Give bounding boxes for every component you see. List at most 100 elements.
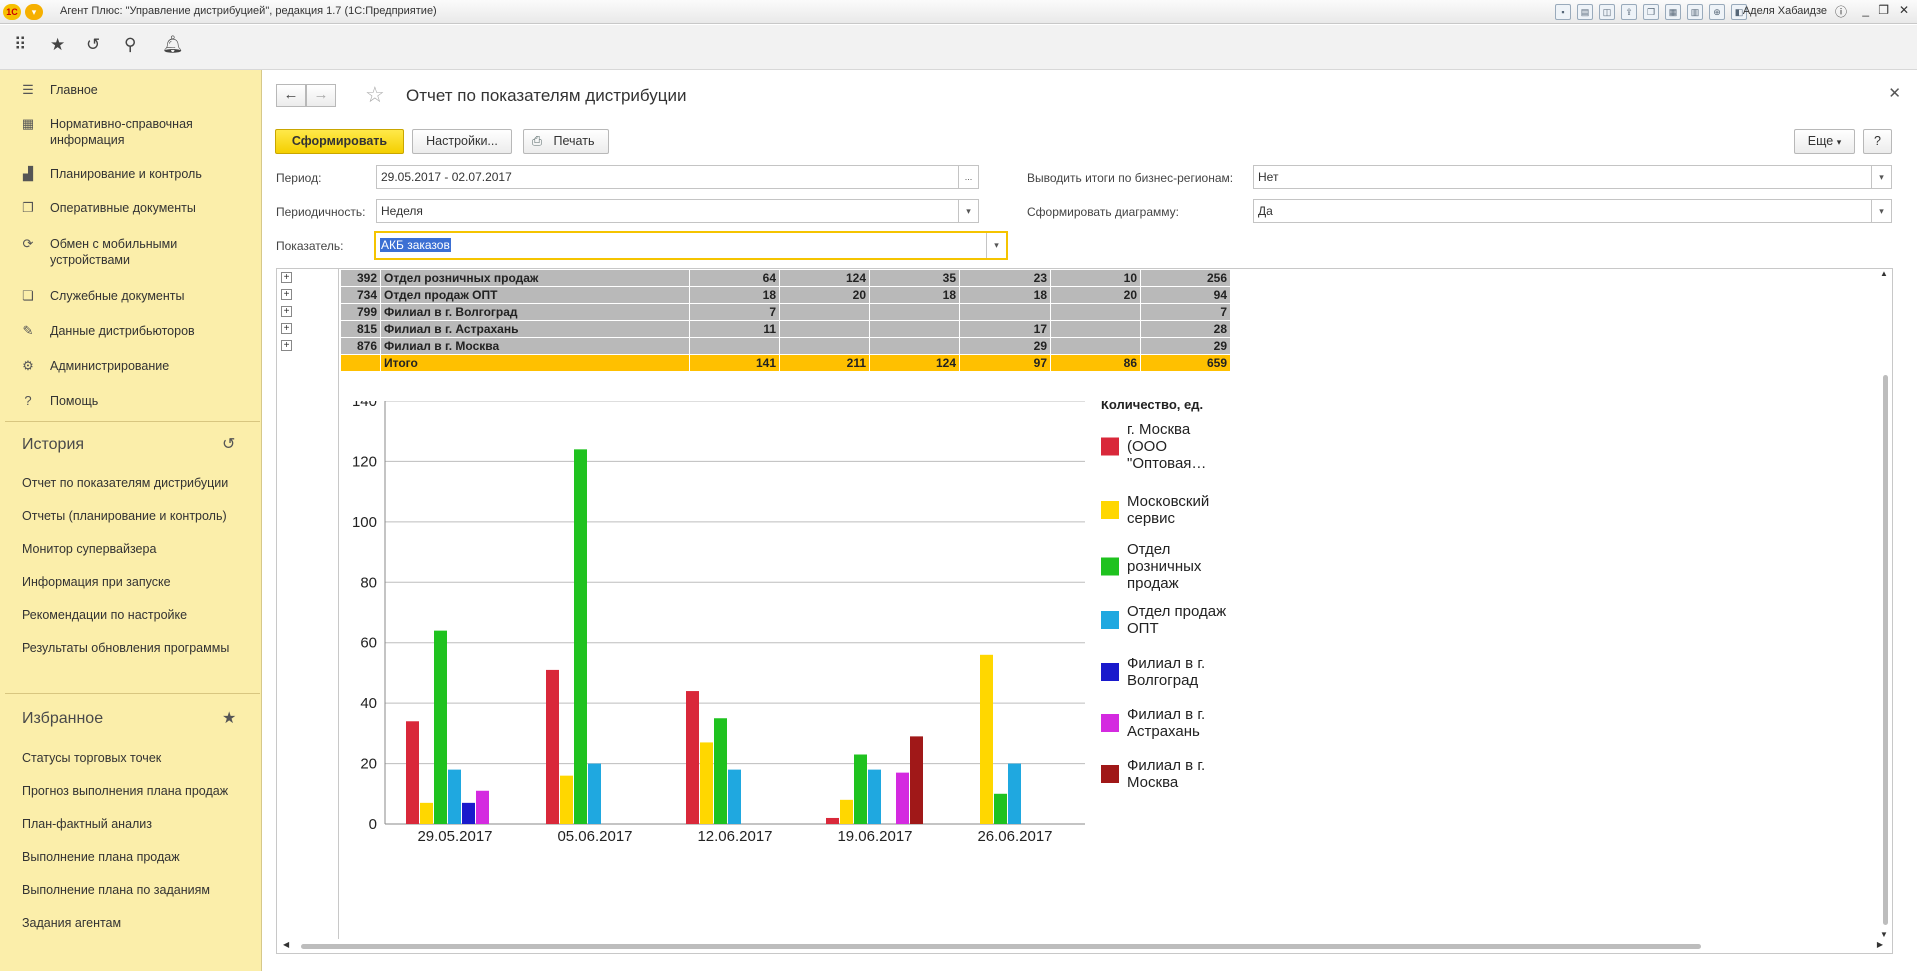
table-row[interactable]: 815 Филиал в г. Астрахань 11 17 28	[340, 320, 1231, 338]
scroll-left-icon[interactable]: ◀	[283, 940, 289, 949]
sidebar-item-mobile-exchange[interactable]: ⟳ Обмен с мобильными устройствами	[20, 236, 255, 268]
sidebar-item-operations[interactable]: ❐ Оперативные документы	[20, 200, 255, 216]
table-row[interactable]: 876 Филиал в г. Москва 29 29	[340, 337, 1231, 355]
preview-icon[interactable]: ◫	[1599, 4, 1615, 20]
apps-grid-icon[interactable]: ⠿	[14, 35, 26, 55]
forward-arrow-icon[interactable]: →	[306, 84, 336, 107]
report-form: ← → ☆ Отчет по показателям дистрибуции ✕…	[263, 70, 1917, 971]
sidebar-item-planning[interactable]: ▟ Планирование и контроль	[20, 166, 255, 182]
history-item[interactable]: Информация при запуске	[22, 575, 171, 589]
horizontal-scroll-thumb[interactable]	[301, 944, 1701, 949]
generate-button[interactable]: Сформировать	[275, 129, 404, 154]
table-row[interactable]: 799 Филиал в г. Волгоград 7 7	[340, 303, 1231, 321]
favorite-item[interactable]: План-фактный анализ	[22, 817, 152, 831]
report-document[interactable]: + + + + + 392 Отдел розничных продаж 64 124…	[276, 268, 1893, 954]
sidebar-item-label: Помощь	[50, 394, 99, 408]
y-tick-label: 80	[360, 574, 377, 591]
legend-label: Филиал в г.	[1127, 655, 1205, 672]
history-item[interactable]: Результаты обновления программы	[22, 641, 229, 655]
printer-icon: ⎙	[532, 134, 543, 148]
search-icon[interactable]: ⚲	[124, 35, 136, 55]
sidebar-item-main[interactable]: ☰ Главное	[20, 82, 255, 98]
restore-icon[interactable]: ❐	[1878, 3, 1889, 17]
bar-5-3	[896, 772, 909, 824]
y-tick-label: 60	[360, 635, 377, 652]
favorites-star-icon[interactable]: ★	[50, 35, 65, 55]
calendar-icon[interactable]: ▥	[1687, 4, 1703, 20]
settings-button[interactable]: Настройки...	[412, 129, 512, 154]
help-button[interactable]: ?	[1863, 129, 1892, 154]
favorite-item[interactable]: Статусы торговых точек	[22, 751, 161, 765]
favorite-item[interactable]: Задания агентам	[22, 916, 121, 930]
info-icon[interactable]: ⓘ	[1835, 3, 1847, 20]
gear-icon: ⚙	[22, 358, 34, 373]
current-user[interactable]: Аделя Хабаидзе	[1743, 5, 1827, 17]
y-tick-label: 40	[360, 695, 377, 712]
scroll-up-icon[interactable]: ▲	[1880, 269, 1888, 278]
1c-logo-icon[interactable]: 1С	[3, 4, 21, 20]
indicator-field[interactable]: АКБ заказов ▾	[374, 231, 1008, 260]
table-row[interactable]: 392 Отдел розничных продаж 64 124 35 23 10 256	[340, 269, 1231, 287]
favorite-star-icon[interactable]: ☆	[365, 82, 385, 108]
sidebar-item-help[interactable]: ? Помощь	[20, 393, 255, 409]
horizontal-scrollbar[interactable]: ◀ ▶	[283, 940, 1883, 951]
favorites-heading: Избранное	[22, 710, 104, 727]
copy-icon[interactable]: ❐	[1643, 4, 1659, 20]
back-arrow-icon[interactable]: ←	[276, 84, 306, 107]
table-total-row[interactable]: Итого 141 211 124 97 86 659	[340, 354, 1231, 372]
legend-label: ОПТ	[1127, 620, 1159, 637]
expand-row-icon[interactable]: +	[281, 323, 292, 334]
y-tick-label: 140	[352, 401, 377, 410]
zoom-icon[interactable]: ⊕	[1709, 4, 1725, 20]
close-form-icon[interactable]: ✕	[1888, 84, 1901, 102]
close-window-icon[interactable]: ✕	[1899, 3, 1909, 17]
sidebar-item-reference[interactable]: ▦ Нормативно-справочная информация	[20, 116, 255, 148]
export-icon[interactable]: ⇪	[1621, 4, 1637, 20]
chevron-down-icon[interactable]: ▾	[1871, 200, 1891, 222]
save-icon[interactable]: ▪	[1555, 4, 1571, 20]
period-select-button[interactable]: ...	[958, 166, 978, 188]
expand-row-icon[interactable]: +	[281, 289, 292, 300]
totals-field[interactable]: Нет ▾	[1253, 165, 1892, 189]
period-field[interactable]: 29.05.2017 - 02.07.2017...	[376, 165, 979, 189]
notifications-bell-icon[interactable]: 🔔︎	[162, 35, 184, 55]
sidebar-item-service-docs[interactable]: ❏ Служебные документы	[20, 288, 255, 304]
favorite-item[interactable]: Выполнение плана по заданиям	[22, 883, 210, 897]
expand-row-icon[interactable]: +	[281, 272, 292, 283]
row-value: 64	[689, 269, 780, 287]
main-menu-icon[interactable]: ▾	[25, 4, 43, 20]
favorite-item[interactable]: Прогноз выполнения плана продаж	[22, 784, 228, 798]
sidebar-item-admin[interactable]: ⚙ Администрирование	[20, 358, 255, 374]
chevron-down-icon[interactable]: ▾	[958, 200, 978, 222]
sidebar-item-distributors[interactable]: ✎ Данные дистрибьюторов	[20, 323, 255, 339]
periodicity-field[interactable]: Неделя ▾	[376, 199, 979, 223]
row-value: 29	[959, 337, 1051, 355]
scroll-down-icon[interactable]: ▼	[1880, 930, 1888, 939]
history-icon[interactable]: ↺	[222, 434, 235, 454]
sync-icon: ⟳	[22, 236, 34, 251]
history-item[interactable]: Отчеты (планирование и контроль)	[22, 509, 227, 523]
table-row[interactable]: 734 Отдел продаж ОПТ 18 20 18 18 20 94	[340, 286, 1231, 304]
history-item[interactable]: Рекомендации по настройке	[22, 608, 187, 622]
expand-row-icon[interactable]: +	[281, 306, 292, 317]
vertical-scrollbar[interactable]: ▲ ▼	[1880, 269, 1890, 939]
history-item[interactable]: Отчет по показателям дистрибуции	[22, 476, 228, 490]
history-item[interactable]: Монитор супервайзера	[22, 542, 156, 556]
vertical-scroll-thumb[interactable]	[1883, 375, 1888, 925]
more-button-label: Еще	[1807, 134, 1834, 148]
favorite-item[interactable]: Выполнение плана продаж	[22, 850, 180, 864]
scroll-right-icon[interactable]: ▶	[1877, 940, 1883, 949]
calculator-icon[interactable]: ▦	[1665, 4, 1681, 20]
bar-0-2	[686, 691, 699, 824]
minimize-icon[interactable]: _	[1862, 3, 1869, 17]
chevron-down-icon[interactable]: ▾	[1871, 166, 1891, 188]
diagram-field[interactable]: Да ▾	[1253, 199, 1892, 223]
print-icon[interactable]: ▤	[1577, 4, 1593, 20]
print-button[interactable]: ⎙ Печать	[523, 129, 609, 154]
chevron-down-icon[interactable]: ▾	[986, 233, 1006, 258]
more-button[interactable]: Еще ▾	[1794, 129, 1855, 154]
sidebar: ☰ Главное ▦ Нормативно-справочная информац…	[0, 70, 262, 971]
favorites-star-icon[interactable]: ★	[222, 708, 236, 728]
history-icon[interactable]: ↺	[86, 35, 100, 55]
expand-row-icon[interactable]: +	[281, 340, 292, 351]
